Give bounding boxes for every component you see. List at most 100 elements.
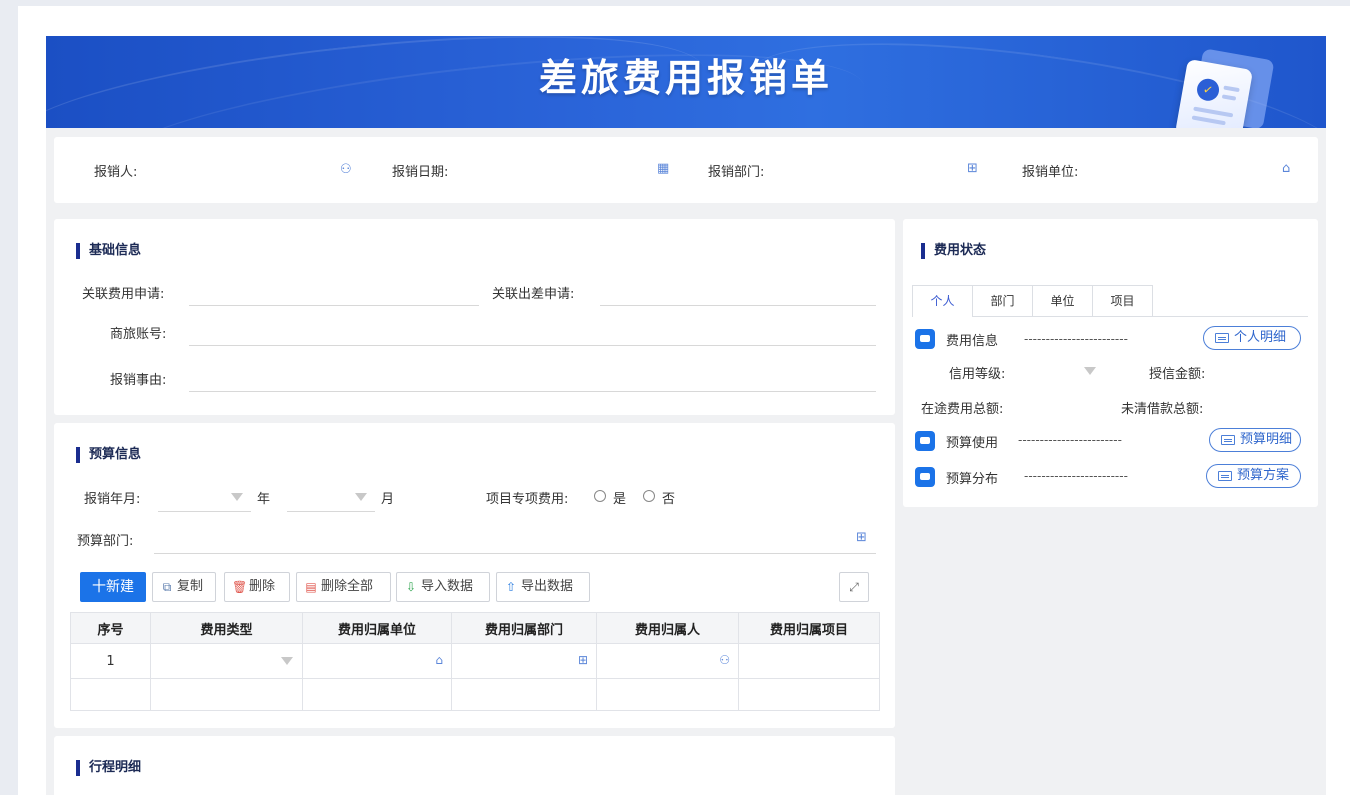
credit-amount-label: 授信金额: <box>1149 367 1206 382</box>
section-title: 费用状态 <box>921 243 986 259</box>
year-dropdown-icon[interactable] <box>231 493 243 501</box>
banner-title: 差旅费用报销单 <box>538 56 833 100</box>
org-icon[interactable]: ⊞ <box>856 531 867 545</box>
project-cell[interactable] <box>738 643 880 679</box>
column-header: 费用归属人 <box>596 612 739 644</box>
person-cell[interactable]: ⚇ <box>596 643 739 679</box>
column-header: 费用类型 <box>150 612 303 644</box>
column-header: 费用归属部门 <box>451 612 597 644</box>
tab-department[interactable]: 部门 <box>972 285 1033 317</box>
fullscreen-button[interactable]: ⤢ <box>839 572 869 602</box>
table-row[interactable]: 1 ⌂ ⊞ ⚇ <box>70 643 880 679</box>
special-expense-label: 项目专项费用: <box>486 492 569 507</box>
credit-level-label: 信用等级: <box>949 367 1006 382</box>
delete-all-label: 删除全部 <box>321 579 374 594</box>
section-title: 预算信息 <box>76 447 141 463</box>
year-select[interactable] <box>158 511 251 512</box>
basic-info-card: 基础信息 关联费用申请: 关联出差申请: 商旅账号: 报销事由: <box>54 219 895 415</box>
new-button[interactable]: 十新建 <box>80 572 146 602</box>
radio-no[interactable] <box>643 490 655 502</box>
trash-all-icon: ▤ <box>305 580 317 594</box>
delete-all-button[interactable]: ▤ 删除全部 <box>296 572 391 602</box>
year-unit: 年 <box>257 492 271 507</box>
budget-usage-label: 预算使用 <box>946 436 999 451</box>
related-expense-request-input[interactable] <box>189 305 479 306</box>
message-icon <box>915 431 935 451</box>
reason-input[interactable] <box>189 391 876 392</box>
copy-button[interactable]: ⧉ 复制 <box>152 572 216 602</box>
credit-level-dropdown-icon[interactable] <box>1084 367 1096 375</box>
outstanding-loans-label: 未清借款总额: <box>1121 402 1204 417</box>
section-title: 基础信息 <box>76 243 141 259</box>
tab-personal[interactable]: 个人 <box>912 285 973 317</box>
month-select[interactable] <box>287 511 375 512</box>
budget-detail-label: 预算明细 <box>1240 432 1293 447</box>
personal-detail-button[interactable]: 个人明细 <box>1203 326 1301 350</box>
dash-separator: ------------------------ <box>1024 469 1128 483</box>
page: 差旅费用报销单 ✓ 报销人: ⚇ 报销日期: ▦ 报销部门: ⊞ 报销单位: ⌂ <box>18 6 1350 795</box>
budget-dept-label: 预算部门: <box>77 534 134 549</box>
travel-account-input[interactable] <box>189 345 876 346</box>
bank-icon[interactable]: ⌂ <box>1282 162 1290 176</box>
import-button[interactable]: ⇩ 导入数据 <box>396 572 490 602</box>
table-header-row: 序号 费用类型 费用归属单位 费用归属部门 费用归属人 费用归属项目 <box>70 612 880 644</box>
tab-unit[interactable]: 单位 <box>1032 285 1093 317</box>
export-label: 导出数据 <box>521 579 574 594</box>
import-icon: ⇩ <box>405 580 417 594</box>
budget-info-card: 预算信息 报销年月: 年 月 项目专项费用: 是 否 预算部门: ⊞ 十新建 ⧉… <box>54 423 895 728</box>
document-illustration-icon: ✓ <box>1174 48 1275 128</box>
expand-icon: ⤢ <box>849 580 859 594</box>
form-content: 差旅费用报销单 ✓ 报销人: ⚇ 报销日期: ▦ 报销部门: ⊞ 报销单位: ⌂ <box>46 36 1326 795</box>
related-trip-request-input[interactable] <box>600 305 876 306</box>
personal-detail-label: 个人明细 <box>1234 330 1287 345</box>
department-label: 报销部门: <box>708 165 765 180</box>
expense-table: 序号 费用类型 费用归属单位 费用归属部门 费用归属人 费用归属项目 1 ⌂ ⊞ <box>70 612 880 711</box>
user-icon[interactable]: ⚇ <box>340 163 352 177</box>
department-cell[interactable]: ⊞ <box>451 643 597 679</box>
dropdown-icon[interactable] <box>281 657 293 665</box>
user-icon[interactable]: ⚇ <box>719 653 730 667</box>
org-icon[interactable]: ⊞ <box>967 162 978 176</box>
column-header: 序号 <box>70 612 151 644</box>
section-title: 行程明细 <box>76 760 141 776</box>
month-dropdown-icon[interactable] <box>355 493 367 501</box>
message-icon <box>915 467 935 487</box>
reimburser-label: 报销人: <box>94 165 138 180</box>
in-transit-total-label: 在途费用总额: <box>921 402 1004 417</box>
related-trip-request-label: 关联出差申请: <box>492 287 575 302</box>
export-icon: ⇧ <box>505 580 517 594</box>
budget-plan-label: 预算方案 <box>1237 468 1290 483</box>
calendar-icon[interactable]: ▦ <box>657 162 669 176</box>
column-header: 费用归属项目 <box>738 612 880 644</box>
budget-detail-button[interactable]: 预算明细 <box>1209 428 1301 452</box>
unit-cell[interactable]: ⌂ <box>302 643 452 679</box>
delete-button[interactable]: 🗑 删除 <box>224 572 290 602</box>
expense-type-cell[interactable] <box>150 643 303 679</box>
banner: 差旅费用报销单 ✓ <box>46 36 1326 128</box>
bank-icon[interactable]: ⌂ <box>435 653 443 667</box>
radio-yes-label: 是 <box>613 492 627 507</box>
trash-icon: 🗑 <box>232 580 248 594</box>
row-index: 1 <box>70 643 151 679</box>
budget-dept-input[interactable] <box>154 553 876 554</box>
table-row <box>70 678 880 711</box>
month-unit: 月 <box>381 492 395 507</box>
column-header: 费用归属单位 <box>302 612 452 644</box>
export-button[interactable]: ⇧ 导出数据 <box>496 572 590 602</box>
import-label: 导入数据 <box>421 579 474 594</box>
tab-project[interactable]: 项目 <box>1092 285 1153 317</box>
reason-label: 报销事由: <box>110 373 167 388</box>
radio-no-label: 否 <box>662 492 676 507</box>
tab-divider <box>973 316 1308 317</box>
list-icon <box>1215 333 1229 343</box>
dash-separator: ------------------------ <box>1024 332 1128 346</box>
delete-label: 删除 <box>249 579 276 594</box>
dash-separator: ------------------------ <box>1018 433 1122 447</box>
related-expense-request-label: 关联费用申请: <box>82 287 165 302</box>
budget-plan-button[interactable]: 预算方案 <box>1206 464 1301 488</box>
radio-yes[interactable] <box>594 490 606 502</box>
org-icon[interactable]: ⊞ <box>578 653 588 667</box>
travel-account-label: 商旅账号: <box>110 327 167 342</box>
list-icon <box>1221 435 1235 445</box>
itinerary-card: 行程明细 <box>54 736 895 795</box>
